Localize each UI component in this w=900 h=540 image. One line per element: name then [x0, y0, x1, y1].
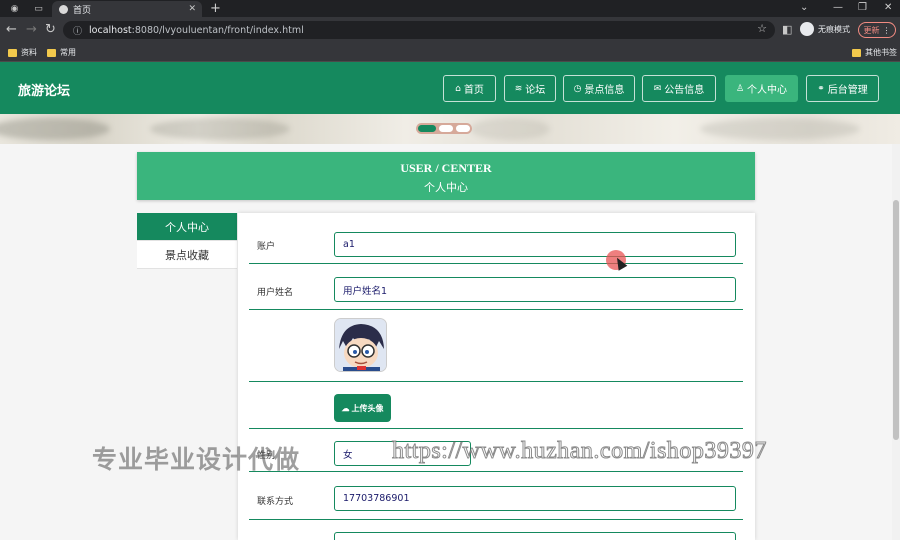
nav-label: 个人中心 — [747, 85, 788, 96]
browser-menu-icon[interactable]: ◉ — [8, 2, 21, 15]
form-row-account: 账户 a1 — [249, 225, 743, 264]
browser-tab[interactable]: 首页 ✕ — [52, 1, 202, 17]
carousel-dot[interactable] — [439, 125, 453, 132]
cloud-upload-icon: ☁ — [341, 403, 350, 413]
nav-label: 论坛 — [525, 85, 546, 96]
user-sidebar: 个人中心 景点收藏 — [137, 213, 237, 269]
incognito-icon — [800, 22, 814, 36]
more-menu-icon: ⋮ — [882, 25, 891, 35]
carousel-indicators — [416, 123, 472, 134]
avatar-cartoon-icon — [335, 319, 386, 371]
nav-home-button[interactable]: ⌂ 首页 — [443, 75, 496, 102]
clock-icon: ◷ — [573, 83, 582, 94]
site-title: 旅游论坛 — [18, 84, 71, 99]
sidebar-item-user-center[interactable]: 个人中心 — [137, 213, 237, 241]
next-field-input[interactable] — [334, 532, 736, 540]
heading-en: USER / CENTER — [400, 161, 492, 175]
nav-label: 景点信息 — [584, 85, 625, 96]
carousel-dot-active[interactable] — [418, 125, 436, 132]
user-icon: ♙ — [735, 83, 745, 94]
folder-icon — [852, 48, 861, 57]
link-icon: ⚭ — [817, 83, 825, 94]
tab-search-icon[interactable]: ⌄ — [800, 2, 808, 13]
name-input[interactable]: 用户姓名1 — [334, 277, 736, 302]
nav-admin-button[interactable]: ⚭ 后台管理 — [806, 75, 879, 102]
other-bookmarks[interactable]: 其他书签 — [852, 47, 897, 58]
form-row-avatar — [249, 310, 743, 382]
form-row-phone: 联系方式 17703786901 — [249, 472, 743, 520]
scrollbar-thumb[interactable] — [893, 200, 899, 440]
folder-icon — [47, 48, 56, 57]
home-icon: ⌂ — [455, 83, 461, 94]
user-center-heading: USER / CENTER 个人中心 — [137, 152, 755, 200]
carousel-dot[interactable] — [456, 125, 470, 132]
update-button[interactable]: 更新 ⋮ — [858, 22, 896, 38]
nav-label: 后台管理 — [827, 85, 868, 96]
info-icon[interactable]: ⓘ — [73, 24, 82, 37]
form-row-upload: ☁ 上传头像 — [249, 382, 743, 429]
address-bar-row: ← → ↻ ⓘ localhost :8080/lvyouluentan/fro… — [0, 17, 900, 43]
reload-icon[interactable]: ↻ — [45, 22, 56, 38]
sidebar-toggle-icon[interactable]: ◧ — [782, 22, 792, 38]
incognito-indicator[interactable]: 无痕模式 — [800, 22, 850, 36]
globe-icon — [59, 4, 68, 14]
nav-notice-button[interactable]: ✉ 公告信息 — [642, 75, 716, 102]
minimize-icon[interactable]: — — [833, 2, 843, 13]
new-tab-icon[interactable]: + — [210, 1, 221, 16]
nav-label: 首页 — [463, 85, 484, 96]
bookmark-folder[interactable]: 常用 — [47, 47, 76, 58]
phone-input[interactable]: 17703786901 — [334, 486, 736, 511]
bookmark-folder[interactable]: 资料 — [8, 47, 37, 58]
upload-label: 上传头像 — [351, 403, 384, 413]
site-header: 旅游论坛 ⌂ 首页 ≋ 论坛 ◷ 景点信息 ✉ 公告信息 ♙ 个人中心 ⚭ 后台管理 — [0, 62, 900, 114]
account-input[interactable]: a1 — [334, 232, 736, 257]
name-label: 用户姓名 — [257, 288, 294, 298]
mail-icon: ✉ — [653, 83, 662, 94]
upload-avatar-button[interactable]: ☁ 上传头像 — [334, 394, 391, 422]
bookmark-label: 资料 — [21, 48, 37, 57]
folder-icon — [8, 48, 17, 57]
close-tab-icon[interactable]: ✕ — [188, 4, 196, 14]
nav-forum-button[interactable]: ≋ 论坛 — [504, 75, 556, 102]
url-host: localhost — [89, 24, 132, 36]
profile-form: 账户 a1 用户姓名 用户姓名1 ☁ 上传头像 性别 女 联系方式 177037… — [238, 213, 755, 540]
update-label: 更新 — [863, 25, 880, 35]
watermark-text: 专业毕业设计代做 — [92, 445, 301, 474]
tab-title: 首页 — [73, 5, 92, 16]
nav-label: 公告信息 — [664, 85, 705, 96]
form-row-name: 用户姓名 用户姓名1 — [249, 264, 743, 310]
sidebar-item-favorites[interactable]: 景点收藏 — [137, 241, 237, 269]
tab-list-icon[interactable]: ▭ — [32, 2, 45, 15]
bookmark-star-icon[interactable]: ☆ — [757, 22, 767, 35]
url-path: :8080/lvyouluentan/front/index.html — [131, 24, 304, 36]
browser-tab-bar: ◉ ▭ 首页 ✕ + ⌄ — ❐ ✕ — [0, 0, 900, 17]
heading-zh: 个人中心 — [424, 182, 468, 194]
watermark-url: https://www.huzhan.com/ishop39397 — [392, 438, 767, 465]
window-close-icon[interactable]: ✕ — [884, 2, 892, 13]
layers-icon: ≋ — [514, 83, 523, 94]
bookmark-label: 常用 — [60, 48, 76, 57]
forward-icon[interactable]: → — [26, 22, 37, 38]
back-icon[interactable]: ← — [6, 22, 17, 38]
bookmarks-bar: 资料 常用 其他书签 — [0, 43, 900, 62]
nav-user-center-button[interactable]: ♙ 个人中心 — [725, 75, 798, 102]
bookmark-label: 其他书签 — [865, 48, 897, 57]
maximize-icon[interactable]: ❐ — [858, 2, 867, 13]
phone-label: 联系方式 — [257, 497, 294, 507]
account-label: 账户 — [257, 242, 276, 252]
nav-scenic-button[interactable]: ◷ 景点信息 — [563, 75, 635, 102]
url-input[interactable]: ⓘ localhost :8080/lvyouluentan/front/ind… — [63, 21, 775, 39]
avatar — [334, 318, 387, 372]
incognito-label: 无痕模式 — [818, 24, 850, 34]
